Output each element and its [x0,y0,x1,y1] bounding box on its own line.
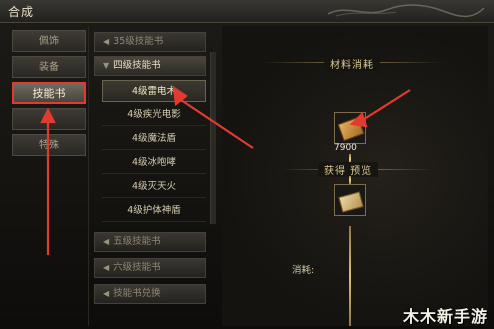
arrow-line [357,89,411,124]
synthesis-window: 合成 佩饰 装备 技能书 4 特殊 ◀35级技能书 ▼四级技能书 4级雷电术 4… [0,0,494,329]
annotation-arrows [40,85,411,255]
arrow-head-icon [40,107,56,124]
arrow-line [177,97,254,149]
watermark: 木木新手游 [402,307,488,326]
arrow-head-icon [349,111,368,128]
